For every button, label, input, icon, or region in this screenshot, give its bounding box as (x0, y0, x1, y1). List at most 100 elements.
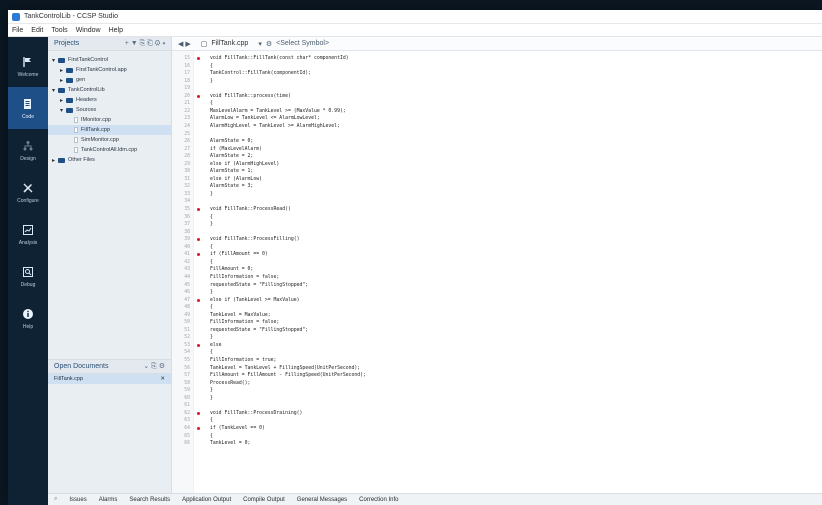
line-number: 35 (184, 207, 190, 212)
code-line: 66 TankLevel = 0; (172, 440, 822, 447)
code-line: 26 AlarmState = 0; (172, 138, 822, 145)
code-line: 34 (172, 198, 822, 205)
code-line: 57 FillAmount = FillAmount - FillingSpee… (172, 372, 822, 379)
code-text: { (210, 63, 213, 69)
line-number: 53 (184, 342, 190, 348)
code-line: 29 else if (AlarmHighLevel) (172, 161, 822, 168)
breakpoint-marker[interactable] (197, 253, 200, 257)
breakpoint-marker[interactable] (197, 57, 200, 60)
title-bar: TankControlLib - CCSP Studio (8, 10, 822, 24)
menu-window[interactable]: Window (76, 27, 101, 34)
line-number: 22 (184, 108, 190, 114)
tab-general-messages[interactable]: General Messages (297, 497, 347, 503)
breakpoint-marker[interactable] (197, 298, 200, 302)
tree-item[interactable]: ▸ FirstTankControl.app (48, 65, 171, 75)
menu-file[interactable]: File (12, 27, 23, 34)
line-number: 62 (184, 410, 190, 416)
nav-welcome[interactable]: Welcome (8, 45, 48, 87)
project-tree: ▾ FirstTankControl ▸ FirstTankControl.app … (48, 51, 171, 165)
nav-analysis[interactable]: Analysis (8, 213, 48, 255)
code-text: AlarmState = 1; (210, 169, 254, 175)
nav-design[interactable]: Design (8, 129, 48, 171)
nav-configure[interactable]: Configure (8, 171, 48, 213)
tree-item[interactable]: FillTank.cpp (48, 125, 171, 135)
code-line: 42 { (172, 259, 822, 266)
line-number: 16 (184, 63, 190, 69)
line-number: 24 (184, 123, 190, 129)
line-number: 40 (184, 244, 190, 250)
tree-item[interactable]: SimMonitor.cpp (48, 135, 171, 145)
code-text: else if (AlarmHighLevel) (210, 161, 280, 167)
line-number: 33 (184, 191, 190, 197)
tree-item[interactable]: ▸ gen (48, 75, 171, 85)
tab-correction-info[interactable]: Correction Info (359, 497, 398, 503)
line-number: 66 (184, 441, 190, 447)
tab-compile-output[interactable]: Compile Output (243, 497, 285, 503)
breakpoint-marker[interactable] (197, 426, 200, 430)
code-line: 21 { (172, 100, 822, 107)
folder-icon (66, 107, 73, 113)
code-text: { (210, 244, 213, 250)
symbol-selector[interactable]: ▾ ⚙ <Select Symbol> (258, 40, 329, 48)
output-tabs: ⌕ Issues Alarms Search Results Applicati… (48, 493, 822, 505)
line-number: 49 (184, 312, 190, 318)
breakpoint-marker[interactable] (197, 238, 200, 242)
breakpoint-marker[interactable] (197, 343, 200, 347)
open-document-item[interactable]: FillTank.cpp ✕ (48, 374, 171, 384)
close-icon[interactable]: ✕ (160, 376, 165, 382)
code-text: AlarmLow = TankLevel <= AlarmLowLevel; (210, 116, 320, 122)
nav-help[interactable]: Help (8, 297, 48, 339)
open-documents-panel: Open Documents ⌄ ⎘ ⚙ FillTank.cpp ✕ (48, 359, 171, 384)
line-number: 50 (184, 320, 190, 326)
code-area[interactable]: 15 void FillTank::FillTank(const char* co… (172, 51, 822, 493)
code-line: 48 { (172, 304, 822, 311)
code-line: 24 AlarmHighLevel = TankLevel >= AlarmHi… (172, 123, 822, 130)
code-line: 16 { (172, 63, 822, 70)
projects-header: Projects + ▼ ⎘ ⎗ ⚙ ◂ (48, 37, 171, 51)
line-number: 42 (184, 259, 190, 265)
line-number: 29 (184, 161, 190, 167)
code-line: 55 FillInformation = true; (172, 357, 822, 364)
code-text: } (210, 388, 213, 394)
nav-debug[interactable]: Debug (8, 255, 48, 297)
tab-application-output[interactable]: Application Output (182, 497, 231, 503)
tab-alarms[interactable]: Alarms (99, 497, 118, 503)
code-editor: ◀ ▶ ▢ FillTank.cpp ▾ ⚙ <Select Symbol> 1… (172, 37, 822, 505)
code-text: { (210, 350, 213, 356)
code-text: else if (TankLevel >= MaxValue) (210, 297, 300, 303)
tree-item[interactable]: ▾ FirstTankControl (48, 55, 171, 65)
nav-label-help: Help (22, 323, 34, 330)
code-line: 17 TankControl::FillTank(componentId); (172, 70, 822, 77)
projects-toolbar[interactable]: + ▼ ⎘ ⎗ ⚙ ◂ (125, 40, 165, 48)
nav-code[interactable]: Code (8, 87, 48, 129)
line-number: 38 (184, 229, 190, 235)
menu-tools[interactable]: Tools (51, 27, 67, 34)
code-line: 63 { (172, 417, 822, 424)
breakpoint-marker[interactable] (197, 94, 200, 98)
tab-issues[interactable]: Issues (69, 497, 86, 503)
code-text: void FillTank::FillTank(const char* comp… (210, 56, 349, 61)
menu-edit[interactable]: Edit (31, 27, 43, 34)
tree-item[interactable]: IMonitor.cpp (48, 115, 171, 125)
breakpoint-marker[interactable] (197, 411, 200, 415)
code-text: TankLevel = TankLevel + FillingSpeed(Uni… (210, 365, 361, 371)
tree-label: TankControlLib (68, 87, 105, 93)
tree-item[interactable]: ▸ Other Files (48, 155, 171, 165)
line-number: 58 (184, 380, 190, 386)
tree-item[interactable]: TankControlAll.ldm.cpp (48, 145, 171, 155)
open-documents-tools[interactable]: ⌄ ⎘ ⚙ (143, 362, 165, 371)
code-line: 40 { (172, 244, 822, 251)
tree-item[interactable]: ▸ Headers (48, 95, 171, 105)
code-line: 36 { (172, 214, 822, 221)
flag-icon (21, 55, 35, 69)
menu-help[interactable]: Help (109, 27, 123, 34)
tab-search-results[interactable]: Search Results (129, 497, 170, 503)
tree-item[interactable]: ▾ Sources (48, 105, 171, 115)
tab-filltank[interactable]: ▢ FillTank.cpp (201, 40, 249, 48)
tree-item[interactable]: ▾ TankControlLib (48, 85, 171, 95)
code-line: 35 void FillTank::ProcessRead() (172, 206, 822, 213)
nav-arrows[interactable]: ◀ ▶ (178, 40, 191, 48)
line-number: 45 (184, 282, 190, 288)
breakpoint-marker[interactable] (197, 208, 200, 211)
code-text: void FillTank::ProcessRead() (210, 207, 291, 212)
